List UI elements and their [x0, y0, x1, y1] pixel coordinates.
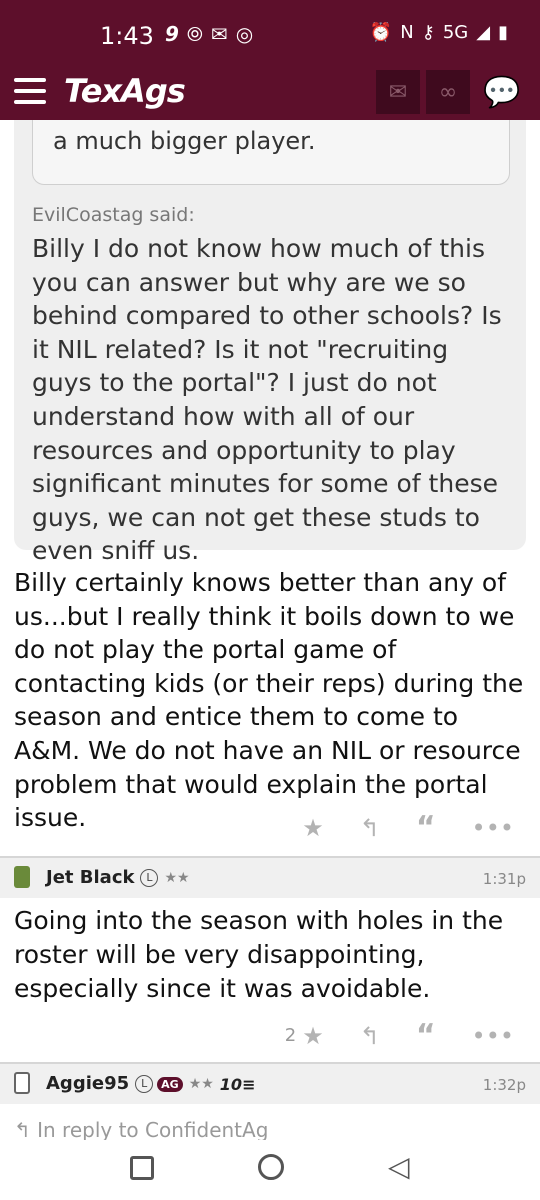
nested-quote: front of these transfers and become a mu…: [32, 120, 510, 185]
radio-icon: ⦾: [186, 22, 203, 46]
recents-button[interactable]: [130, 1156, 154, 1180]
system-icons: ⏰ N ⚷ 5G ◢ ▮: [370, 22, 508, 43]
reply-icon[interactable]: ↰: [360, 814, 380, 842]
signal-icon: ◢: [476, 22, 491, 43]
mail-icon[interactable]: ✉: [376, 70, 420, 114]
status-bar: 1:43 9 ⦾ ✉ ◎ ⏰ N ⚷ 5G ◢ ▮: [0, 0, 540, 66]
battery-icon: ▮: [498, 22, 508, 43]
star-icon[interactable]: ★: [302, 1022, 324, 1050]
rating-stars: ★★: [188, 1076, 214, 1092]
rating-stars: ★★: [164, 870, 190, 886]
username[interactable]: Jet Black L ★★: [46, 867, 190, 888]
mail-icon: ✉: [210, 22, 228, 46]
post-header: Aggie95 L AG ★★ 10≡ 1:32p: [0, 1062, 540, 1104]
back-button[interactable]: ◁: [388, 1150, 410, 1183]
hamburger-menu-icon[interactable]: [14, 78, 46, 104]
username[interactable]: Aggie95 L AG ★★ 10≡: [46, 1073, 255, 1094]
post-time: 1:32p: [482, 1076, 526, 1094]
notification-icons: 9 ⦾ ✉ ◎: [165, 22, 253, 46]
nine-icon: 9: [165, 22, 179, 46]
key-icon: ⚷: [421, 22, 435, 43]
alarm-icon: ⏰: [369, 22, 393, 43]
texags-logo[interactable]: TexAgs: [64, 72, 186, 110]
more-icon[interactable]: •••: [472, 814, 514, 842]
quote-attribution: EvilCoastag said:: [32, 204, 195, 226]
post-actions: 2 ★ ↰ “ •••: [285, 1018, 514, 1053]
avatar-phone-icon: [14, 866, 30, 888]
lifetime-badge: L: [140, 869, 159, 887]
home-button[interactable]: [258, 1154, 284, 1180]
more-icon[interactable]: •••: [472, 1022, 514, 1050]
system-navigation-bar: ◁: [0, 1140, 540, 1200]
username-text[interactable]: Jet Black: [46, 867, 134, 888]
reply-icon[interactable]: ↰: [360, 1022, 380, 1050]
post-header: Jet Black L ★★ 1:31p: [0, 856, 540, 898]
quote-block: front of these transfers and become a mu…: [14, 120, 526, 565]
nfc-icon: N: [400, 22, 414, 43]
network-label: 5G: [442, 22, 469, 43]
status-time: 1:43: [100, 22, 154, 50]
star-icon[interactable]: ★: [302, 814, 324, 842]
quote-text: Billy I do not know how much of this you…: [32, 234, 502, 566]
post-body: Going into the season with holes in the …: [14, 906, 504, 1003]
post-actions: ★ ↰ “ •••: [302, 810, 514, 845]
post-body: Billy certainly knows better than any of…: [14, 568, 524, 833]
rank-badge: 10≡: [219, 1074, 256, 1094]
post-time: 1:31p: [482, 870, 526, 888]
nested-quote-text: front of these transfers and become a mu…: [53, 120, 487, 155]
quote-icon[interactable]: “: [416, 1018, 436, 1053]
app-header: TexAgs ✉ ∞ 💬: [0, 66, 540, 120]
quote-icon[interactable]: “: [416, 810, 436, 845]
username-text[interactable]: Aggie95: [46, 1073, 129, 1094]
thread-content: front of these transfers and become a mu…: [0, 120, 540, 1140]
ag-badge: AG: [157, 1076, 183, 1092]
in-reply-to[interactable]: ↰ In reply to ConfidentAg: [14, 1118, 268, 1140]
reply-arrow-icon: ↰: [14, 1118, 31, 1140]
in-reply-to-text[interactable]: In reply to ConfidentAg: [37, 1118, 268, 1140]
lifetime-badge: L: [135, 1075, 154, 1093]
instagram-icon: ◎: [235, 22, 254, 46]
chat-bubbles-icon[interactable]: 💬: [480, 72, 524, 112]
avatar-document-icon: [14, 1072, 30, 1094]
like-count: 2: [284, 1025, 297, 1046]
binoculars-icon[interactable]: ∞: [426, 70, 470, 114]
